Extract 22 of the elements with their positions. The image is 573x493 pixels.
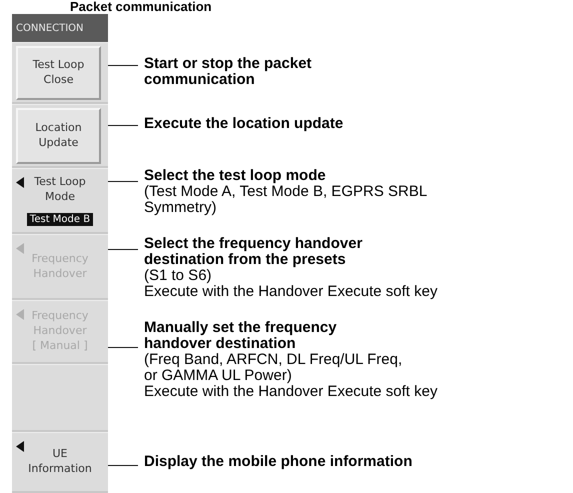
menu-arrow-icon <box>16 243 24 254</box>
callout-title: Execute the location update <box>144 116 344 132</box>
callout-detail: Execute with the Handover Execute soft key <box>144 284 438 300</box>
soft-key-button[interactable]: Test Loop Close <box>16 46 101 100</box>
callout-title: Manually set the frequency handover destination <box>144 320 338 352</box>
callout-title: Display the mobile phone information <box>144 454 414 470</box>
soft-key-button[interactable]: UE Information <box>12 432 108 493</box>
panel-header: CONNECTION <box>12 14 108 42</box>
callout-detail: (Freq Band, ARFCN, DL Freq/UL Freq, or GAMMA UL Power) <box>144 352 404 384</box>
section-heading: Packet communication <box>70 0 213 14</box>
menu-arrow-icon <box>16 177 24 188</box>
callout-title: Select the test loop mode <box>144 168 327 184</box>
callout-detail: Execute with the Handover Execute soft key <box>144 384 438 400</box>
callout-detail: (S1 to S6) <box>144 268 213 284</box>
callout-title: Start or stop the packet communication <box>144 56 313 88</box>
menu-arrow-icon <box>16 309 24 320</box>
callout-detail: (Test Mode A, Test Mode B, EGPRS SRBL Symmetry) <box>144 184 428 216</box>
menu-arrow-icon <box>16 441 24 452</box>
soft-key-button[interactable]: Location Update <box>16 108 101 164</box>
mode-value: Test Mode B <box>26 213 94 226</box>
soft-key-button[interactable]: Test Loop Mode Test Mode B <box>12 168 108 234</box>
callout-title: Select the frequency handover destination from the presets <box>144 236 364 268</box>
